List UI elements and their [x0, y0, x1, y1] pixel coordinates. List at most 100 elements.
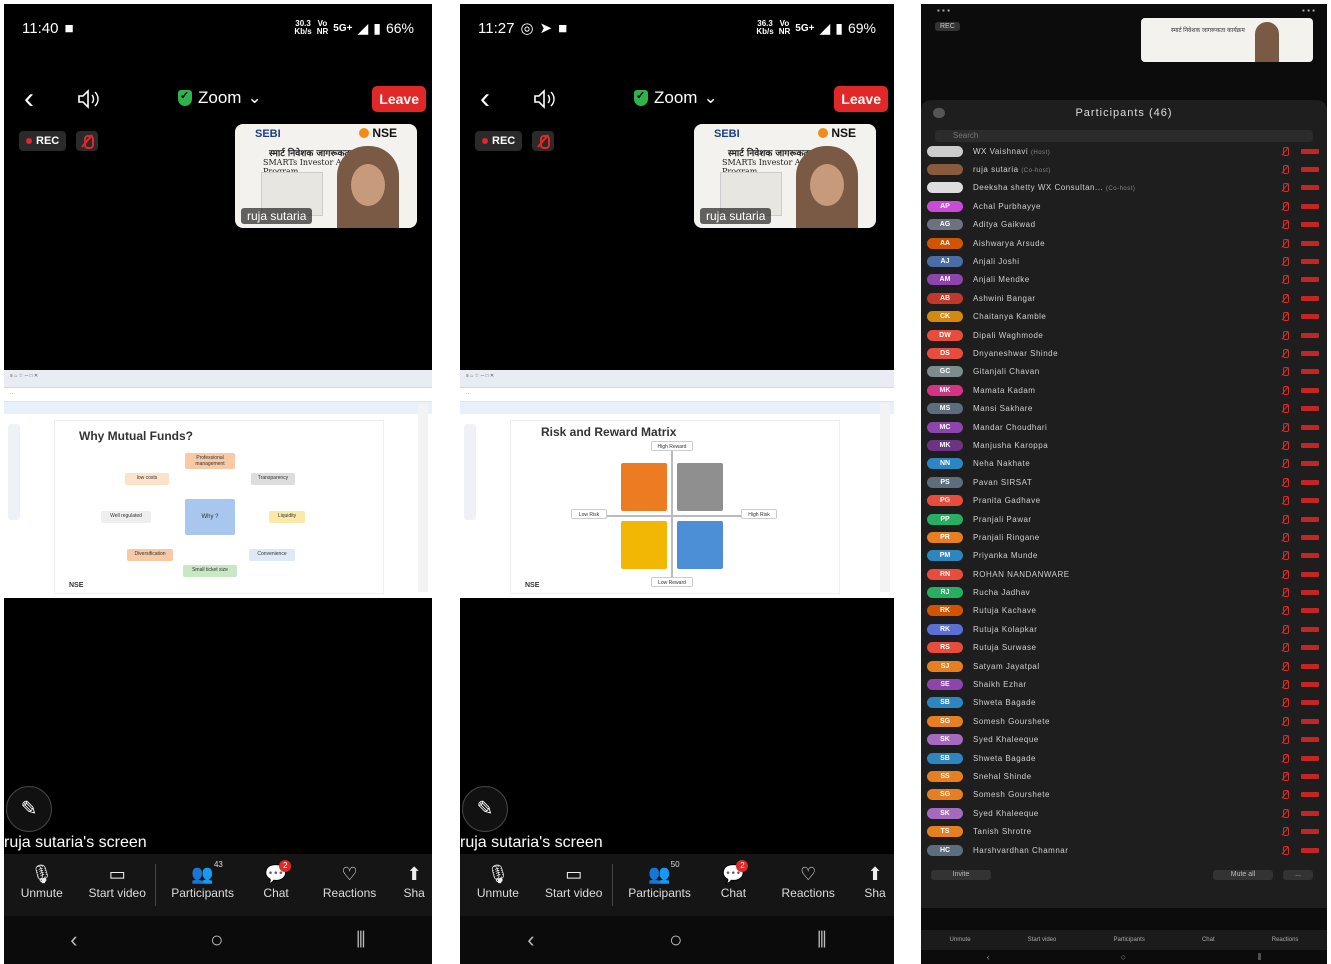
chat-button[interactable]: Chat: [1202, 937, 1215, 943]
participants-button[interactable]: Participants: [1113, 937, 1144, 943]
nav-recents-icon[interactable]: ⦀: [356, 927, 366, 953]
participant-row[interactable]: PR Pranjali Ringane: [921, 528, 1327, 546]
participant-row[interactable]: TS Tanish Shrotre: [921, 822, 1327, 840]
participant-row[interactable]: Deeksha shetty WX Consultan... (Co-host): [921, 179, 1327, 197]
participant-row[interactable]: SG Somesh Gourshete: [921, 712, 1327, 730]
participant-row[interactable]: ruja sutaria (Co-host): [921, 160, 1327, 178]
participant-row[interactable]: PP Pranjali Pawar: [921, 510, 1327, 528]
participant-list[interactable]: WX Vaishnavi (Host) ruja sutaria (Co-host…: [921, 142, 1327, 862]
participant-row[interactable]: MK Mamata Kadam: [921, 381, 1327, 399]
video-icon: ■: [558, 19, 568, 37]
participant-row[interactable]: MC Mandar Choudhari: [921, 418, 1327, 436]
shared-screen[interactable]: ≡ ⌂ ☆ ─ □ ✕ ⋯ Why Mutual Funds? Why ? Pr…: [4, 370, 432, 598]
start-video-button[interactable]: ▭ Start video: [536, 854, 612, 916]
start-video-button[interactable]: Start video: [1028, 937, 1057, 943]
participant-row[interactable]: SK Syed Khaleeque: [921, 731, 1327, 749]
meeting-title[interactable]: Zoom ⌄: [178, 88, 262, 108]
nav-back-icon[interactable]: ‹: [527, 927, 534, 953]
annotate-pencil-icon[interactable]: ✎: [462, 786, 508, 832]
clock: 11:40: [22, 19, 59, 37]
nav-home-icon[interactable]: ○: [669, 927, 682, 953]
mute-all-button[interactable]: Mute all: [1213, 870, 1273, 880]
video-off-icon: [1301, 461, 1319, 467]
participant-row[interactable]: RS Rutuja Surwase: [921, 639, 1327, 657]
participant-row[interactable]: GC Gitanjali Chavan: [921, 363, 1327, 381]
share-button[interactable]: ⬆ Sha: [396, 854, 432, 916]
back-icon[interactable]: ‹: [24, 84, 34, 114]
mic-muted-icon: [1281, 588, 1289, 598]
search-input[interactable]: Search: [935, 130, 1313, 142]
participant-row[interactable]: CK Chaitanya Kamble: [921, 308, 1327, 326]
participant-row[interactable]: RN ROHAN NANDANWARE: [921, 565, 1327, 583]
participant-row[interactable]: SG Somesh Gourshete: [921, 786, 1327, 804]
speaker-icon[interactable]: [76, 88, 100, 110]
participant-row[interactable]: SK Syed Khaleeque: [921, 804, 1327, 822]
participant-row[interactable]: NN Neha Nakhate: [921, 455, 1327, 473]
annotate-pencil-icon[interactable]: ✎: [6, 786, 52, 832]
speaker-icon[interactable]: [532, 88, 556, 110]
participant-row[interactable]: AA Aishwarya Arsude: [921, 234, 1327, 252]
participant-row[interactable]: SE Shaikh Ezhar: [921, 675, 1327, 693]
participant-row[interactable]: RK Rutuja Kachave: [921, 602, 1327, 620]
avatar: PP: [927, 513, 963, 525]
participant-row[interactable]: HC Harshvardhan Chamnar: [921, 841, 1327, 859]
avatar: DS: [927, 347, 963, 359]
participant-row[interactable]: SB Shweta Bagade: [921, 749, 1327, 767]
share-icon: ⬆: [406, 864, 422, 884]
video-off-icon: [1301, 663, 1319, 669]
avatar: SJ: [927, 660, 963, 672]
unmute-button[interactable]: 🎙 Unmute: [4, 854, 79, 916]
participant-row[interactable]: DS Dnyaneshwar Shinde: [921, 344, 1327, 362]
invite-button[interactable]: Invite: [931, 870, 991, 880]
back-icon[interactable]: ‹: [480, 84, 490, 114]
participant-row[interactable]: AG Aditya Gaikwad: [921, 216, 1327, 234]
participant-row[interactable]: PS Pavan SIRSAT: [921, 473, 1327, 491]
participant-row[interactable]: AM Anjali Mendke: [921, 271, 1327, 289]
participant-row[interactable]: MK Manjusha Karoppa: [921, 436, 1327, 454]
shared-screen[interactable]: ≡ ⌂ ☆ ─ □ ✕ ⋯ Risk and Reward Matrix Hig…: [460, 370, 894, 598]
leave-button[interactable]: Leave: [834, 86, 888, 112]
reactions-button[interactable]: ♡ Reactions: [303, 854, 396, 916]
nav-recents-icon[interactable]: ⦀: [817, 927, 827, 953]
chat-button[interactable]: 💬 2 Chat: [249, 854, 303, 916]
participant-row[interactable]: DW Dipali Waghmode: [921, 326, 1327, 344]
participant-row[interactable]: WX Vaishnavi (Host): [921, 142, 1327, 160]
reactions-button[interactable]: ♡ Reactions: [760, 854, 856, 916]
nav-back-icon[interactable]: ‹: [987, 952, 990, 962]
participant-row[interactable]: RK Rutuja Kolapkar: [921, 620, 1327, 638]
nav-back-icon[interactable]: ‹: [70, 927, 77, 953]
participant-row[interactable]: PG Pranita Gadhave: [921, 491, 1327, 509]
video-icon: ■: [64, 19, 74, 37]
mic-muted-icon: [1281, 643, 1289, 653]
close-icon[interactable]: [933, 108, 945, 118]
participant-row[interactable]: AB Ashwini Bangar: [921, 289, 1327, 307]
unmute-button[interactable]: 🎙 Unmute: [460, 854, 536, 916]
participant-row[interactable]: PM Priyanka Munde: [921, 547, 1327, 565]
participant-row[interactable]: SS Snehal Shinde: [921, 767, 1327, 785]
nav-home-icon[interactable]: ○: [210, 927, 223, 953]
signal-icon: ◢: [357, 19, 369, 36]
presenter-face: [337, 146, 399, 228]
more-button[interactable]: ...: [1283, 870, 1313, 880]
leave-button[interactable]: Leave: [372, 86, 426, 112]
presenter-video[interactable]: SEBI NSE स्मार्ट निवेशक जागरूकता कार्यक्…: [235, 124, 417, 228]
participant-row[interactable]: AJ Anjali Joshi: [921, 252, 1327, 270]
chat-button[interactable]: 💬 2 Chat: [706, 854, 760, 916]
nav-recents-icon[interactable]: ⦀: [1257, 952, 1261, 963]
share-button[interactable]: ⬆ Sha: [856, 854, 894, 916]
participants-button[interactable]: 👥 43 Participants: [156, 854, 249, 916]
nav-home-icon[interactable]: ○: [1121, 952, 1126, 962]
meeting-title[interactable]: Zoom ⌄: [634, 88, 718, 108]
participant-row[interactable]: AP Achal Purbhayye: [921, 197, 1327, 215]
unmute-button[interactable]: Unmute: [950, 937, 971, 943]
avatar: DW: [927, 329, 963, 341]
reactions-button[interactable]: Reactions: [1272, 937, 1299, 943]
presenter-video[interactable]: स्मार्ट निवेशक जागरूकता कार्यक्रम: [1141, 18, 1313, 62]
start-video-button[interactable]: ▭ Start video: [79, 854, 154, 916]
presenter-video[interactable]: SEBI NSE स्मार्ट निवेशक जागरूकता कार्यक्…: [694, 124, 876, 228]
participant-row[interactable]: SJ Satyam Jayatpal: [921, 657, 1327, 675]
participant-row[interactable]: SB Shweta Bagade: [921, 694, 1327, 712]
participant-row[interactable]: MS Mansi Sakhare: [921, 399, 1327, 417]
participant-row[interactable]: RJ Rucha Jadhav: [921, 583, 1327, 601]
participants-button[interactable]: 👥 50 Participants: [613, 854, 707, 916]
